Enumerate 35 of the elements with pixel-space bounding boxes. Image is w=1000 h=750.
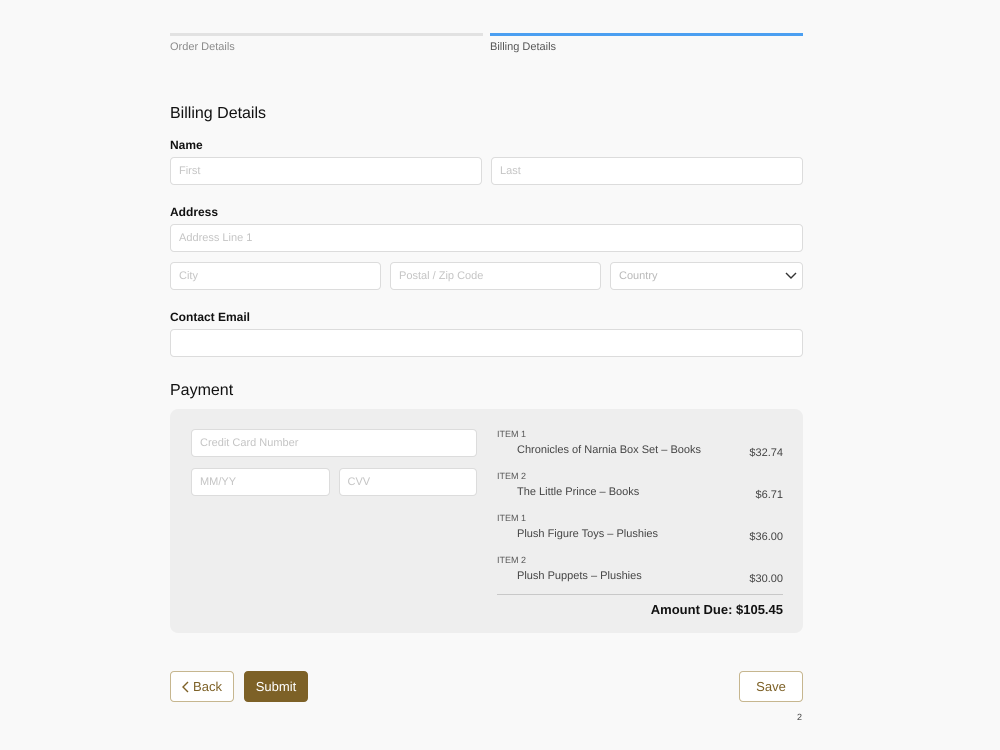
item-tag: ITEM 2 <box>497 555 783 566</box>
item-name: The Little Prince – Books <box>517 485 640 499</box>
item-tag: ITEM 2 <box>497 471 783 482</box>
amount-due: Amount Due: $105.45 <box>650 602 783 618</box>
first-name-field[interactable]: First <box>170 157 482 185</box>
postal-code-field[interactable]: Postal / Zip Code <box>390 262 601 290</box>
item-price: $30.00 <box>749 572 783 586</box>
cvv-field[interactable]: CVV <box>338 468 477 496</box>
item-tag: ITEM 1 <box>497 513 783 524</box>
item-price: $32.74 <box>749 446 783 460</box>
step-label: Billing Details <box>490 41 558 54</box>
card-number-field[interactable]: Credit Card Number <box>191 429 477 457</box>
step-label: Order Details <box>170 41 236 54</box>
item-name: Chronicles of Narnia Box Set – Books <box>517 443 702 457</box>
item-price: $36.00 <box>749 530 783 544</box>
chevron-down-icon <box>785 271 797 280</box>
submit-button[interactable]: Submit <box>244 671 308 702</box>
field-label: Address <box>170 205 220 219</box>
item-tag: ITEM 1 <box>497 429 783 440</box>
field-label: Name <box>170 138 204 152</box>
page-number: 2 <box>796 712 802 723</box>
save-button[interactable]: Save <box>739 671 803 702</box>
item-name: Plush Figure Toys – Plushies <box>517 527 658 541</box>
expiry-field[interactable]: MM/YY <box>191 468 330 496</box>
email-field[interactable] <box>170 329 803 357</box>
field-label: Contact Email <box>170 310 252 324</box>
section-heading: Billing Details <box>170 104 268 124</box>
item-price: $6.71 <box>755 488 783 502</box>
city-field[interactable]: City <box>170 262 381 290</box>
address-line-field[interactable]: Address Line 1 <box>170 224 803 252</box>
chevron-left-icon <box>182 680 190 692</box>
item-name: Plush Puppets – Plushies <box>517 569 642 583</box>
section-heading: Payment <box>170 381 234 401</box>
last-name-field[interactable]: Last <box>491 157 803 185</box>
back-button[interactable]: Back <box>170 671 234 702</box>
